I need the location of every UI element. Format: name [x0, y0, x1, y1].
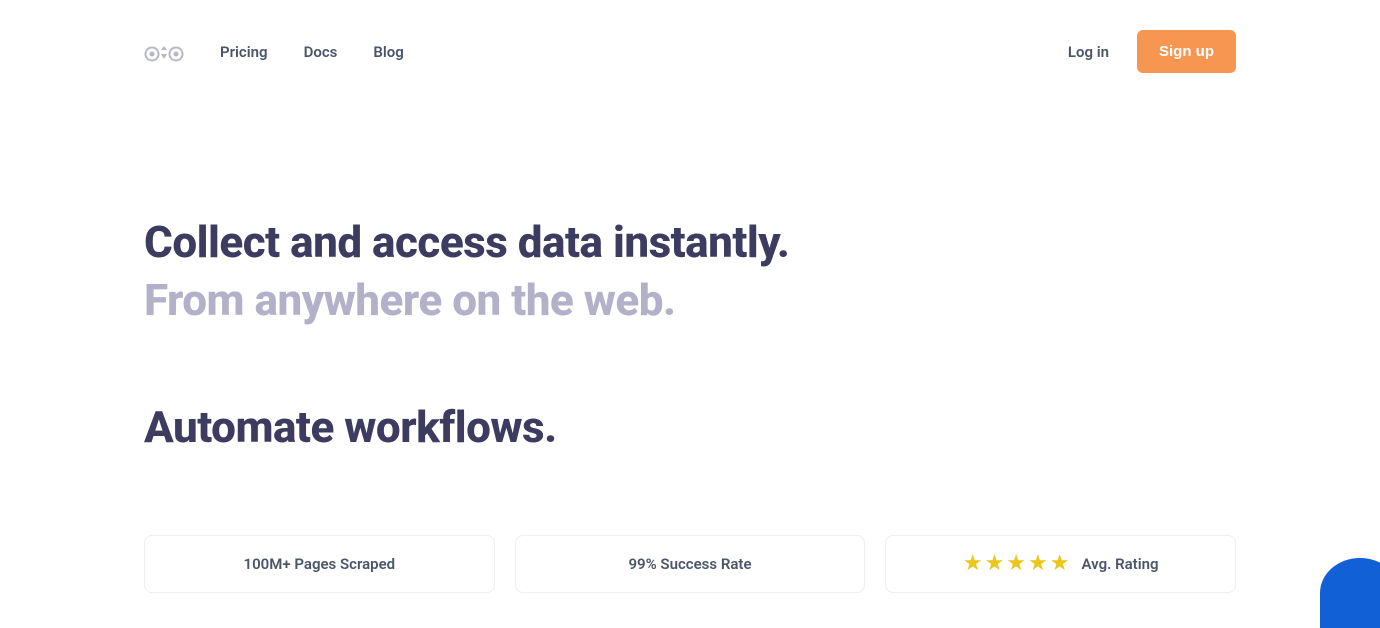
stars-container: ★ ★ ★ ★ ★ [963, 553, 1070, 575]
login-link[interactable]: Log in [1068, 43, 1109, 61]
stat-card-success: 99% Success Rate [515, 535, 866, 593]
nav-pricing[interactable]: Pricing [220, 43, 268, 61]
hero-title-line2: From anywhere on the web. [144, 274, 676, 326]
stat-card-rating: ★ ★ ★ ★ ★ Avg. Rating [885, 535, 1236, 593]
stat-rating-text: Avg. Rating [1082, 555, 1159, 573]
header-left: Pricing Docs Blog [144, 41, 404, 63]
hero-title: Collect and access data instantly. From … [144, 213, 1236, 329]
star-icon: ★ [1028, 553, 1048, 575]
signup-button[interactable]: Sign up [1137, 30, 1236, 73]
stat-pages-text: 100M+ Pages Scraped [244, 555, 396, 573]
star-icon: ★ [985, 553, 1005, 575]
stats-row: 100M+ Pages Scraped 99% Success Rate ★ ★… [0, 453, 1380, 593]
hero-section: Collect and access data instantly. From … [0, 73, 1380, 453]
nav-blog[interactable]: Blog [373, 43, 403, 61]
stat-card-pages: 100M+ Pages Scraped [144, 535, 495, 593]
hero-subtitle: Automate workflows. [144, 401, 1236, 453]
star-icon: ★ [963, 553, 983, 575]
header-right: Log in Sign up [1068, 30, 1236, 73]
header: Pricing Docs Blog Log in Sign up [0, 0, 1380, 73]
nav-docs[interactable]: Docs [304, 43, 338, 61]
hero-title-line1: Collect and access data instantly. [144, 216, 789, 268]
logo-icon[interactable] [144, 41, 184, 63]
star-icon: ★ [1006, 553, 1026, 575]
stat-success-text: 99% Success Rate [628, 555, 751, 573]
star-icon: ★ [1050, 553, 1070, 575]
